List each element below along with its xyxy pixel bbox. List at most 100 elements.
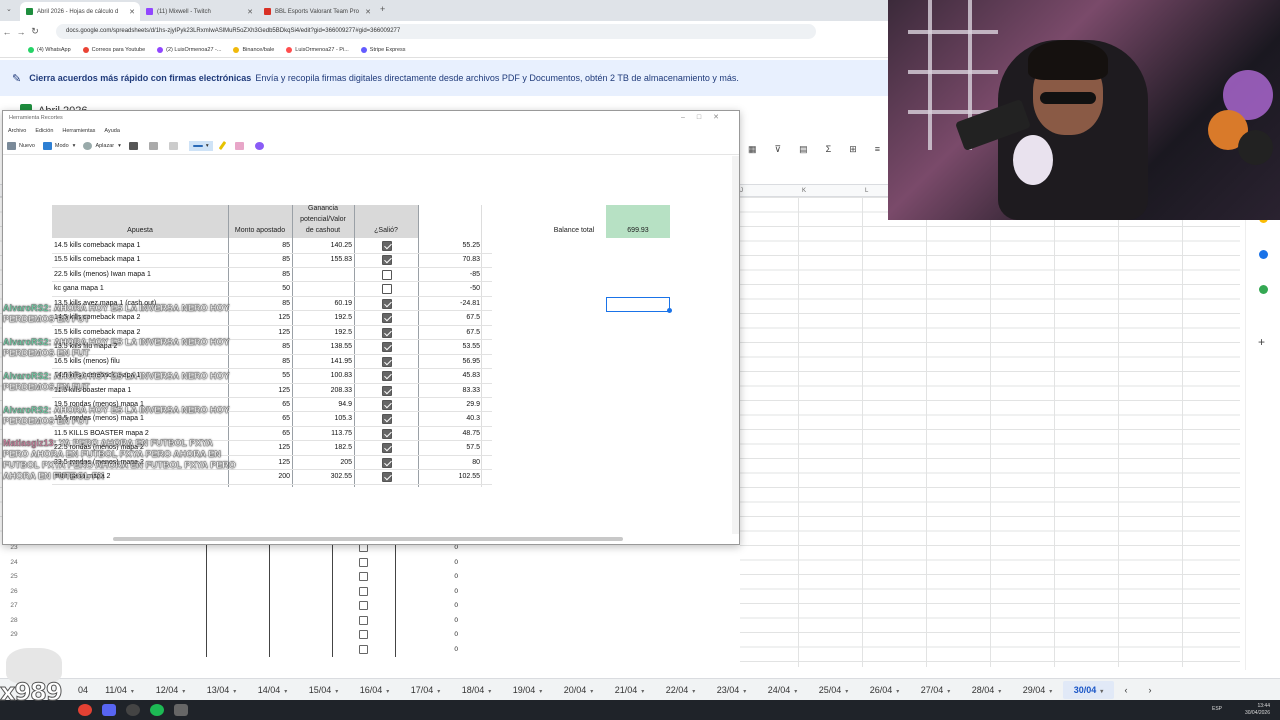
snipping-tool-window[interactable]: Herramienta Recortes –□✕ Archivo Edición… [2,110,740,545]
spotify-icon[interactable] [150,704,164,716]
vertical-scrollbar[interactable] [732,156,739,534]
checkbox[interactable] [359,630,368,639]
nuevo-button[interactable]: Nuevo [7,141,35,150]
new-tab-button[interactable]: + [380,4,385,14]
result-checkbox[interactable] [382,313,392,324]
copy-button[interactable] [148,141,161,150]
sheet-tab[interactable]: 04 [72,685,94,695]
sum-icon[interactable]: Σ [826,144,832,154]
menu-edicion[interactable]: Edición [35,128,53,134]
pen-button[interactable]: ▾ [188,140,213,151]
result-checkbox[interactable] [382,298,392,309]
result-checkbox[interactable] [382,457,392,468]
sheet-tab[interactable]: 12/04 ▾ [145,685,196,695]
save-button[interactable] [128,141,141,150]
sheet-tab[interactable]: 15/04 ▾ [298,685,349,695]
sheet-tab[interactable]: 27/04 ▾ [910,685,961,695]
fill-handle[interactable] [667,308,672,313]
filter-icon[interactable]: ⊽ [775,144,782,155]
result-checkbox[interactable] [382,356,392,367]
modo-button[interactable]: Modo ▾ [42,141,75,150]
sheet-tab[interactable]: 16/04 ▾ [349,685,400,695]
horizontal-scrollbar[interactable] [113,537,623,541]
sheet-tab[interactable]: 19/04 ▾ [502,685,553,695]
eraser-button[interactable] [234,141,247,150]
browser-tab-bbl[interactable]: BBL Esports Valorant Team Pro ✕ [258,2,376,21]
freeze-icon[interactable]: ⊞ [849,144,857,155]
checkbox[interactable] [359,644,368,654]
url-input[interactable]: docs.google.com/spreadsheets/d/1hs-zjyIP… [56,24,816,39]
menu-ayuda[interactable]: Ayuda [104,128,120,134]
result-checkbox[interactable] [382,327,392,338]
bookmark-twitch[interactable]: (2) LuisOrmenoa27 -... [157,46,221,53]
contacts-icon[interactable] [1259,250,1268,259]
result-checkbox[interactable] [382,241,392,251]
table-icon[interactable]: ▦ [748,144,757,155]
scroll-tabs-left-icon[interactable]: ‹ [1114,685,1138,695]
forward-icon[interactable]: → [14,27,28,37]
sheet-tab[interactable]: 26/04 ▾ [859,685,910,695]
chrome-icon[interactable] [78,704,92,716]
sheet-tab[interactable]: 24/04 ▾ [757,685,808,695]
sheet-tab[interactable]: 17/04 ▾ [400,685,451,695]
bookmark-tiktok[interactable]: LuisOrmenoa27 - Pi... [286,46,349,53]
checkbox[interactable] [359,586,368,596]
bookmark-binance[interactable]: Binance/bale [233,46,274,53]
align-icon[interactable]: ≡ [875,144,880,154]
language-indicator[interactable]: ESP [1212,706,1222,713]
sheet-tab[interactable]: 25/04 ▾ [808,685,859,695]
result-checkbox[interactable] [382,414,392,425]
selected-cell[interactable] [606,297,670,312]
checkbox[interactable] [359,557,368,567]
result-checkbox[interactable] [382,472,392,483]
sheet-tab[interactable]: 11/04 ▾ [94,685,145,695]
column-header-l[interactable]: L [865,185,868,197]
discord-icon[interactable] [102,704,116,716]
result-checkbox[interactable] [382,399,392,410]
paint3d-button[interactable] [254,141,267,150]
checkbox[interactable] [359,601,368,610]
result-checkbox[interactable] [382,255,392,266]
column-header-k[interactable]: K [802,185,806,197]
highlighter-button[interactable] [218,140,227,151]
sheet-tab[interactable]: 22/04 ▾ [655,685,706,695]
sheet-tab[interactable]: 18/04 ▾ [451,685,502,695]
sheet-tab[interactable]: 23/04 ▾ [706,685,757,695]
view-icon[interactable]: ▤ [799,144,808,155]
browser-tab-twitch[interactable]: (11) Mixwell - Twitch ✕ [140,2,258,21]
maximize-icon[interactable]: □ [697,114,713,121]
sheet-tab[interactable]: 21/04 ▾ [604,685,655,695]
browser-tab-sheets[interactable]: Abril 2026 - Hojas de cálculo d ✕ [20,2,140,21]
close-icon[interactable]: ✕ [365,8,371,16]
scroll-tabs-right-icon[interactable]: › [1138,685,1162,695]
result-checkbox[interactable] [382,428,392,439]
checkbox[interactable] [359,572,368,581]
checkbox[interactable] [359,615,368,625]
result-checkbox[interactable] [382,385,392,396]
sheet-tab-active[interactable]: 30/04 ▾ [1063,680,1114,699]
result-checkbox[interactable] [382,342,392,353]
obs-icon[interactable] [126,704,140,716]
aplazar-button[interactable]: Aplazar ▾ [83,141,121,150]
close-icon[interactable]: ✕ [713,114,731,121]
bookmark-stripe[interactable]: Stripe Express [360,46,406,53]
result-checkbox[interactable] [382,284,392,295]
add-icon[interactable]: + [1258,335,1265,349]
minimize-icon[interactable]: – [681,114,697,121]
sheet-tab[interactable]: 14/04 ▾ [247,685,298,695]
sheet-tab[interactable]: 29/04 ▾ [1012,685,1063,695]
result-checkbox[interactable] [382,269,392,280]
app-icon[interactable] [174,704,188,716]
result-checkbox[interactable] [382,443,392,454]
sheet-tab[interactable]: 20/04 ▾ [553,685,604,695]
sheet-tab[interactable]: 13/04 ▾ [196,685,247,695]
send-button[interactable] [168,141,181,150]
result-checkbox[interactable] [382,371,392,382]
close-icon[interactable]: ✕ [247,8,253,16]
menu-herramientas[interactable]: Herramientas [62,128,95,134]
bookmark-whatsapp[interactable]: (4) WhatsApp [28,46,71,53]
maps-icon[interactable] [1259,285,1268,294]
tab-search-icon[interactable]: ⌄ [6,5,12,13]
bookmark-correos[interactable]: Correos para Youtube [82,46,145,53]
close-icon[interactable]: ✕ [129,8,135,16]
